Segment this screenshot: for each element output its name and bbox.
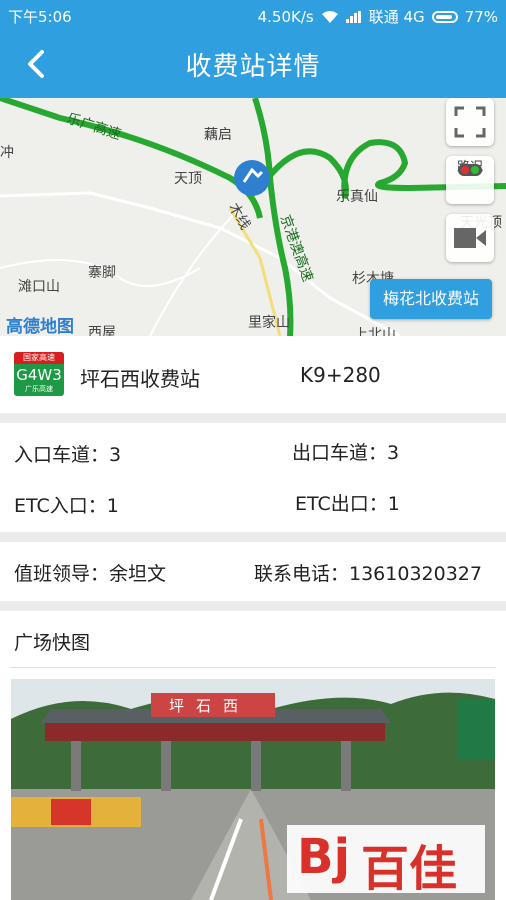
badge-top: 国家高速 [14,352,64,364]
status-time: 下午5:06 [8,8,72,26]
network-speed: 4.50K/s [257,7,314,26]
fullscreen-button[interactable] [446,98,494,146]
map-label: 寨脚 [88,265,116,281]
separator [0,413,506,423]
page-title: 收费站详情 [185,52,321,82]
battery-icon [431,10,458,23]
plaza-sign: 坪石西 [169,697,251,715]
station-mileage: K9+280 [300,363,381,387]
plaza-photo[interactable]: 坪石西 Bj 百佳 [11,679,495,900]
nearby-station-button[interactable]: 梅花北收费站 [370,279,492,319]
watermark-logo: Bj [297,829,351,885]
station-row [0,336,506,412]
separator [0,532,506,542]
map-label: 里家山 [248,315,290,331]
video-camera-icon [454,228,486,248]
status-right: 4.50K/s 联通 4G 77% [258,6,498,27]
battery-percent: 77% [464,7,498,26]
station-name: 坪石西收费站 [80,367,200,391]
map-label: 藕启 [204,127,232,143]
map-label: 乐真仙 [336,189,378,205]
entry-lanes: 入口车道：3 [14,444,122,466]
fullscreen-icon [454,106,486,138]
map-label: 西屋 [88,325,116,336]
traffic-button[interactable]: 路况 [446,156,494,204]
contact-phone[interactable]: 联系电话：13610320327 [254,559,482,586]
badge-sub: 广乐高速 [25,385,53,393]
etc-entry: ETC入口：1 [14,495,119,517]
map-label: 天顶 [174,171,202,187]
exit-lanes: 出口车道：3 [292,442,400,464]
map-label: 滩口山 [18,279,60,295]
traffic-light-icon [458,164,482,176]
gaode-logo: 高德地图 [6,317,74,336]
carrier-label: 联通 4G [368,8,425,26]
status-bar: 下午5:06 4.50K/s 联通 4G 77% [0,0,506,30]
map-label: 冲 [0,145,14,161]
badge-code: G4W3 [16,366,62,384]
wifi-icon [321,10,338,23]
highway-badge: 国家高速 G4W3 广乐高速 [14,352,64,396]
divider [10,667,496,668]
separator [0,601,506,611]
duty-leader: 值班领导：余坦文 [14,563,167,585]
app-bar: 收费站详情 [0,30,506,98]
watermark-text: 百佳 [361,841,458,897]
map-label: 上北山 [354,327,396,336]
signal-icon [345,10,362,23]
camera-button[interactable] [446,214,494,262]
etc-exit: ETC出口：1 [295,493,400,515]
plaza-title: 广场快图 [14,632,91,654]
